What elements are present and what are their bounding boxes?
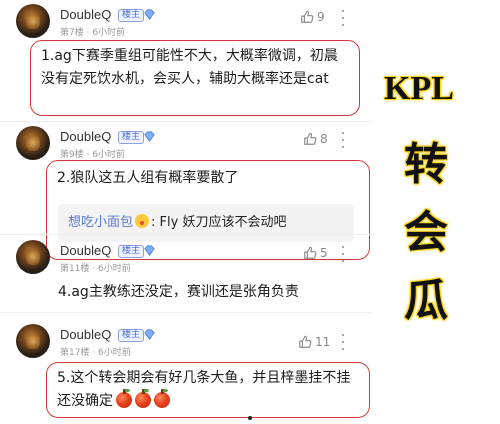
reply-separator: : bbox=[151, 215, 156, 230]
comment-text: 2.狼队这五人组有概率要散了 bbox=[57, 170, 239, 186]
like-button[interactable]: 5 bbox=[303, 245, 328, 261]
page-indicator-dot bbox=[248, 416, 252, 420]
vip-diamond-icon bbox=[144, 131, 155, 142]
thumbs-up-icon bbox=[304, 246, 317, 259]
post-meta: 第7楼 · 6小时前 bbox=[60, 28, 126, 38]
post-header: DoubleQ 楼主 第11楼 · 6小时前 5 bbox=[0, 238, 372, 278]
apple-emoji-icon bbox=[116, 389, 132, 408]
avatar[interactable] bbox=[16, 4, 50, 38]
thumbs-up-icon bbox=[301, 10, 314, 23]
blush-emoji-icon bbox=[135, 214, 150, 228]
post-header: DoubleQ 楼主 第17楼 · 6小时前 11 bbox=[0, 322, 372, 362]
owner-badge: 楼主 bbox=[118, 329, 145, 342]
avatar[interactable] bbox=[16, 240, 50, 274]
side-title-char-3: 瓜 bbox=[404, 275, 448, 326]
apple-emoji-icon bbox=[135, 389, 151, 408]
like-count: 8 bbox=[320, 132, 328, 146]
post-time: 6小时前 bbox=[98, 348, 131, 358]
more-vertical-icon[interactable] bbox=[340, 132, 346, 148]
reply-preview[interactable]: 想吃小面包: Fly 妖刀应该不会动吧 bbox=[58, 204, 354, 242]
owner-badge: 楼主 bbox=[118, 131, 145, 144]
like-count: 5 bbox=[320, 246, 328, 260]
thumbs-up-icon bbox=[299, 335, 312, 348]
floor-number: 第9楼 bbox=[60, 150, 84, 160]
like-button[interactable]: 11 bbox=[298, 334, 330, 350]
side-title-char-1: 转 bbox=[404, 139, 448, 190]
comment-text: 1.ag下赛季重组可能性不大，大概率微调，初晨没有定死饮水机，会买人，辅助大概率… bbox=[41, 48, 338, 87]
divider bbox=[0, 121, 372, 122]
more-vertical-icon[interactable] bbox=[340, 246, 346, 262]
thumbs-up-icon bbox=[304, 132, 317, 145]
floor-number: 第17楼 bbox=[60, 348, 90, 358]
divider bbox=[0, 234, 372, 235]
post-header: DoubleQ 楼主 第9楼 · 6小时前 8 bbox=[0, 124, 372, 164]
floor-number: 第11楼 bbox=[60, 264, 90, 274]
comment-text-plain: 4.ag主教练还没定，赛训还是张角负责 bbox=[58, 282, 299, 302]
floor-number: 第7楼 bbox=[60, 28, 84, 38]
username[interactable]: DoubleQ bbox=[60, 243, 111, 258]
avatar[interactable] bbox=[16, 126, 50, 160]
post-time: 6小时前 bbox=[92, 150, 126, 160]
comment-text-box: 1.ag下赛季重组可能性不大，大概率微调，初晨没有定死饮水机，会买人，辅助大概率… bbox=[30, 40, 360, 116]
username[interactable]: DoubleQ bbox=[60, 327, 111, 342]
reply-username[interactable]: 想吃小面包 bbox=[68, 215, 133, 230]
divider bbox=[0, 312, 372, 313]
reply-text: Fly 妖刀应该不会动吧 bbox=[159, 215, 287, 230]
avatar[interactable] bbox=[16, 324, 50, 358]
post-time: 6小时前 bbox=[92, 28, 126, 38]
username[interactable]: DoubleQ bbox=[60, 129, 111, 144]
comment-text: 4.ag主教练还没定，赛训还是张角负责 bbox=[58, 284, 299, 300]
post-time: 6小时前 bbox=[98, 264, 131, 274]
like-button[interactable]: 8 bbox=[303, 131, 328, 147]
comment-text: 5.这个转会期会有好几条大鱼，并且梓墨挂不挂还没确定 bbox=[57, 370, 351, 409]
vip-diamond-icon bbox=[144, 329, 155, 340]
vip-diamond-icon bbox=[144, 9, 155, 20]
owner-badge: 楼主 bbox=[118, 9, 145, 22]
post-meta: 第11楼 · 6小时前 bbox=[60, 264, 131, 274]
username[interactable]: DoubleQ bbox=[60, 7, 111, 22]
side-title-char-2: 会 bbox=[404, 207, 448, 258]
post-header: DoubleQ 楼主 第7楼 · 6小时前 9 bbox=[0, 2, 372, 42]
side-title-kpl: KPL bbox=[384, 70, 454, 107]
more-vertical-icon[interactable] bbox=[340, 10, 346, 26]
owner-badge: 楼主 bbox=[118, 245, 145, 258]
like-count: 9 bbox=[317, 10, 325, 24]
like-count: 11 bbox=[315, 335, 331, 349]
apple-emoji-icon bbox=[154, 389, 170, 408]
vip-diamond-icon bbox=[144, 245, 155, 256]
post-meta: 第17楼 · 6小时前 bbox=[60, 348, 131, 358]
post-meta: 第9楼 · 6小时前 bbox=[60, 150, 126, 160]
like-button[interactable]: 9 bbox=[300, 9, 325, 25]
comment-text-box: 5.这个转会期会有好几条大鱼，并且梓墨挂不挂还没确定 bbox=[46, 362, 370, 418]
more-vertical-icon[interactable] bbox=[340, 334, 346, 350]
